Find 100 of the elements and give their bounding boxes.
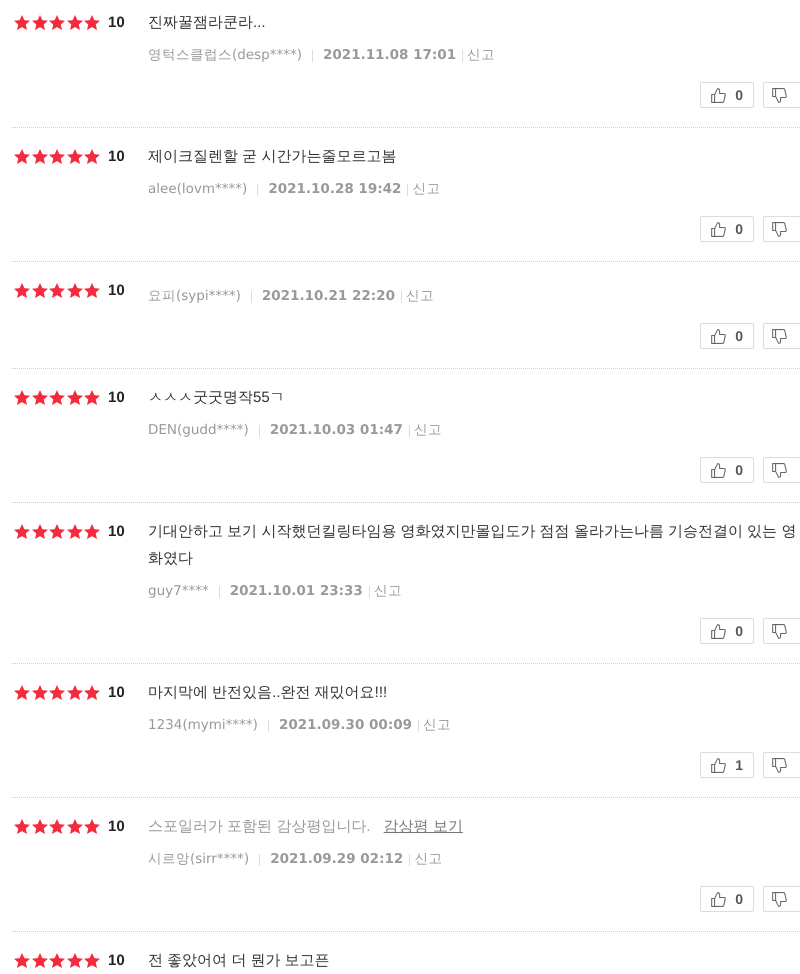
rating-score: 10 xyxy=(108,281,125,301)
star-icon xyxy=(32,283,48,298)
star-icon xyxy=(32,953,48,968)
like-button[interactable]: 0 xyxy=(700,618,754,644)
thumbs-down-icon xyxy=(772,892,787,906)
dislike-button[interactable] xyxy=(763,82,800,108)
star-icon xyxy=(49,685,65,700)
thumbs-up-icon xyxy=(711,462,726,478)
star-icon xyxy=(32,390,48,405)
author-name: 1234(mymi****) xyxy=(148,716,258,735)
thumbs-down-icon xyxy=(772,328,787,344)
like-button[interactable]: 0 xyxy=(700,323,754,349)
author-name: DEN(gudd****) xyxy=(148,421,249,440)
star-icon xyxy=(84,819,100,834)
author-name: 요피(sypi****) xyxy=(148,287,241,306)
dislike-button[interactable] xyxy=(763,457,800,483)
star-icon xyxy=(32,524,48,539)
star-icon xyxy=(14,524,30,539)
star-icon xyxy=(14,283,30,298)
review-date: 2021.10.03 01:47 xyxy=(270,421,403,440)
star-icon xyxy=(66,524,82,539)
star-icon xyxy=(66,819,82,834)
star-icon xyxy=(14,953,30,968)
thumbs-down-icon xyxy=(772,462,787,478)
rating-score: 10 xyxy=(108,147,125,167)
star-icon xyxy=(49,149,65,164)
star-icon xyxy=(49,390,65,405)
rating-score: 10 xyxy=(108,817,125,837)
like-button[interactable]: 0 xyxy=(700,886,754,912)
review-date: 2021.11.08 17:01 xyxy=(323,46,456,65)
like-button[interactable]: 0 xyxy=(700,82,754,108)
star-icon xyxy=(49,819,65,834)
report-link[interactable]: 신고 xyxy=(423,716,452,735)
thumbs-up-icon xyxy=(711,624,726,638)
star-icon xyxy=(84,953,100,968)
star-icon xyxy=(32,149,48,164)
star-icon xyxy=(84,685,100,700)
star-icon xyxy=(14,390,30,405)
rating-score: 10 xyxy=(108,13,125,33)
report-link[interactable]: 신고 xyxy=(406,287,434,306)
review-text: 마지막에 반전있음..완전 재밌어요!!! xyxy=(148,683,388,703)
star-icon xyxy=(14,149,30,164)
thumbs-down-icon xyxy=(772,222,787,236)
rating-score: 10 xyxy=(108,522,125,542)
thumbs-up-icon xyxy=(711,222,726,236)
report-link[interactable]: 신고 xyxy=(412,180,440,199)
thumbs-down-icon xyxy=(772,88,787,102)
review-text: 진짜꿀잼라쿤라... xyxy=(148,13,267,33)
star-icon xyxy=(84,149,100,164)
thumbs-up-icon xyxy=(711,88,726,102)
star-icon xyxy=(49,15,65,30)
star-icon xyxy=(84,390,100,405)
dislike-button[interactable] xyxy=(763,216,800,242)
report-link[interactable]: 신고 xyxy=(467,46,496,65)
star-icon xyxy=(32,15,48,30)
dislike-button[interactable] xyxy=(763,752,800,778)
dislike-button[interactable] xyxy=(763,323,800,349)
star-icon xyxy=(14,685,30,700)
star-icon xyxy=(84,524,100,539)
dislike-button[interactable] xyxy=(763,618,800,644)
star-icon xyxy=(66,149,82,164)
star-icon xyxy=(66,283,82,298)
review-date: 2021.09.29 02:12 xyxy=(270,850,404,869)
thumbs-down-icon xyxy=(772,758,787,772)
author-name: alee(lovm****) xyxy=(148,180,248,199)
report-link[interactable]: 신고 xyxy=(414,850,442,869)
review-text: ㅅㅅㅅ굿굿명작55ㄱ xyxy=(148,388,286,408)
star-icon xyxy=(84,283,100,298)
spoiler-notice: 스포일러가 포함된 감상평입니다. xyxy=(148,818,371,835)
like-button[interactable]: 0 xyxy=(700,457,754,483)
dislike-button[interactable] xyxy=(763,886,800,912)
thumbs-down-icon xyxy=(772,624,787,638)
rating-score: 10 xyxy=(108,388,125,408)
review-date: 2021.10.21 22:20 xyxy=(262,287,395,306)
star-icon xyxy=(32,685,48,700)
star-icon xyxy=(49,283,65,298)
review-date: 2021.10.01 23:33 xyxy=(230,582,363,601)
thumbs-up-icon xyxy=(711,892,726,906)
star-icon xyxy=(32,819,48,834)
report-link[interactable]: 신고 xyxy=(414,421,442,440)
star-icon xyxy=(49,524,65,539)
review-text: 전 좋았어여 더 뭔가 보고픈 xyxy=(148,951,331,971)
show-review-link[interactable]: 감상평 보기 xyxy=(384,818,463,835)
review-text: 제이크질렌할 굳 시간가는줄모르고봄 xyxy=(148,147,398,167)
star-icon xyxy=(14,819,30,834)
review-date: 2021.10.28 19:42 xyxy=(268,180,402,199)
like-button[interactable]: 0 xyxy=(700,216,754,242)
report-link[interactable]: 신고 xyxy=(374,582,402,601)
author-name: guy7**** xyxy=(148,582,209,601)
author-name: 영턱스클럽스(desp****) xyxy=(148,46,302,65)
review-date: 2021.09.30 00:09 xyxy=(278,716,412,735)
star-icon xyxy=(66,15,82,30)
star-icon xyxy=(66,685,82,700)
like-button[interactable]: 1 xyxy=(700,752,754,778)
rating-score: 10 xyxy=(108,683,125,703)
rating-score: 10 xyxy=(108,951,125,971)
review-text: 기대안하고 보기 시작했던킬링타임용 영화였지만몰입도가 점점 올라가는나름 기승전결이 있는 영화였다 xyxy=(148,522,798,569)
star-icon xyxy=(84,15,100,30)
thumbs-up-icon xyxy=(711,758,726,772)
star-icon xyxy=(14,15,30,30)
